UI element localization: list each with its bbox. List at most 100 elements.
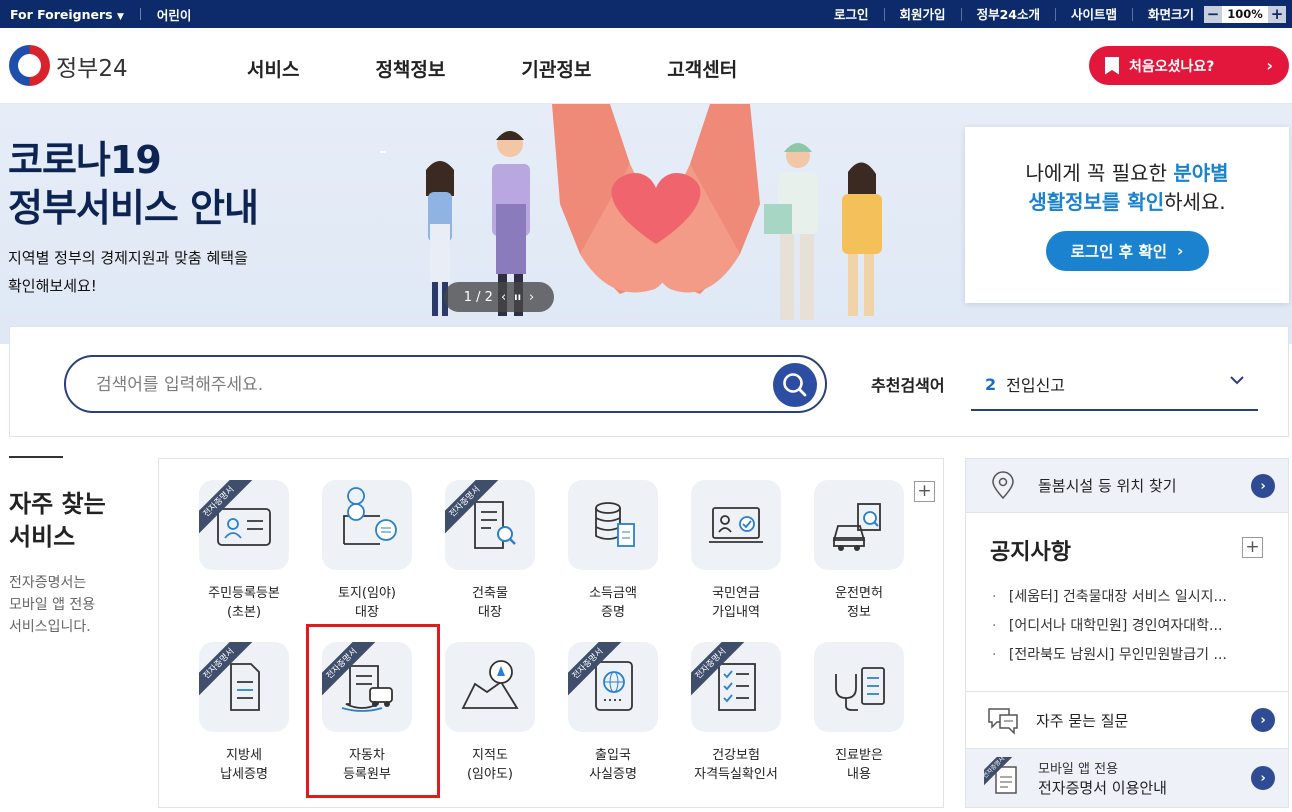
service-tile-land-register[interactable]: 토지(임야) 대장 (312, 480, 422, 622)
top-utility-bar: For Foreigners ▼ 어린이 로그인 회원가입 정부24소개 사이트… (0, 0, 1292, 28)
tile-label-line1: 출입국 (595, 748, 631, 763)
login-check-button[interactable]: 로그인 후 확인 › (1045, 231, 1209, 271)
tile-label-line1: 지방세 (226, 748, 262, 763)
card-line2-highlight: 생활정보를 확인 (1028, 190, 1165, 214)
nav-agency-info[interactable]: 기관정보 (521, 55, 591, 82)
nav-services[interactable]: 서비스 (247, 55, 299, 82)
about-link[interactable]: 정부24소개 (962, 7, 1056, 21)
service-tile-health-insurance[interactable]: 전자증명서 건강보험 자격득실확인서 (681, 642, 791, 784)
kids-link[interactable]: 어린이 (157, 5, 192, 24)
service-icon-box (691, 480, 781, 570)
tile-label-line2: 가입내역 (712, 605, 760, 620)
nav-customer-center[interactable]: 고객센터 (667, 55, 737, 82)
faq-link[interactable]: 자주 묻는 질문 › (966, 691, 1288, 748)
tile-label-line1: 지적도 (472, 748, 508, 763)
service-icon-box (445, 642, 535, 732)
recommended-search-select[interactable]: 2 전입신고 (971, 359, 1258, 411)
service-tile-pension-history[interactable]: 국민연금 가입내역 (681, 480, 791, 622)
id-card-icon (217, 508, 271, 546)
tile-label-line1: 주민등록등본 (208, 586, 280, 601)
frequent-services-title: 자주 찾는 서비스 (9, 488, 106, 554)
chevron-right-icon: › (1266, 56, 1273, 75)
notice-item[interactable]: [어디서나 대학민원] 경인여자대학... (992, 612, 1272, 641)
tax-doc-icon (230, 663, 260, 711)
hero-banner[interactable]: 코로나19 정부서비스 안내 지역별 정부의 경제지원과 맞춤 혜택을 확인해보… (0, 104, 1292, 344)
caret-down-icon: ▼ (116, 11, 124, 22)
zoom-out-button[interactable]: − (1204, 5, 1222, 23)
service-icon-box: 전자증명서 (199, 480, 289, 570)
gov24-logo[interactable]: 정부24 (9, 45, 128, 86)
nav-policy-info[interactable]: 정책정보 (375, 55, 445, 82)
prev-slide-button[interactable]: ‹ (501, 290, 506, 305)
stethoscope-icon (835, 667, 885, 711)
zoom-control: − 100% + (1204, 5, 1286, 23)
page: For Foreigners ▼ 어린이 로그인 회원가입 정부24소개 사이트… (0, 0, 1292, 812)
taegeuk-logo-icon (9, 45, 50, 86)
signup-link[interactable]: 회원가입 (885, 7, 962, 21)
login-link[interactable]: 로그인 (819, 7, 885, 21)
service-icon-box: 전자증명서 (691, 642, 781, 732)
notice-more-button[interactable]: + (1242, 537, 1263, 558)
land-map-icon (343, 487, 397, 545)
service-tile-medical-records[interactable]: 진료받은 내용 (804, 642, 914, 784)
search-input[interactable] (96, 371, 756, 399)
frequent-title-line1: 자주 찾는 (9, 490, 106, 518)
tile-label-line1: 토지(임야) (338, 586, 396, 601)
banner-title-line2: 정부서비스 안내 (8, 186, 259, 230)
pause-slide-button[interactable]: ıı (514, 292, 521, 303)
tile-label-line2: 납세증명 (220, 767, 268, 782)
notice-title: 공지사항 (990, 540, 1071, 565)
banner-sub-line2: 확인해보세요! (8, 277, 97, 295)
global-nav: 서비스 정책정보 기관정보 고객센터 (247, 55, 813, 82)
top-left-links: For Foreigners ▼ 어린이 (10, 0, 191, 28)
tile-label-line1: 진료받은 (835, 748, 883, 763)
zoom-in-button[interactable]: + (1268, 5, 1286, 23)
top-right-links: 로그인 회원가입 정부24소개 사이트맵 화면크기 − 100% + (819, 0, 1286, 28)
tile-label-line2: 자격득실확인서 (694, 767, 778, 782)
frequent-title-line2: 서비스 (9, 523, 76, 551)
first-visit-button[interactable]: 처음오셨나요? › (1089, 46, 1289, 85)
red-highlight-box (306, 624, 440, 798)
service-tile-building-register[interactable]: 전자증명서 건축물 대장 (435, 480, 545, 622)
notice-item[interactable]: [세움터] 건축물대장 서비스 일시지... (992, 583, 1272, 612)
banner-title: 코로나19 정부서비스 안내 (8, 136, 259, 232)
service-tile-driver-license[interactable]: 운전면허 정보 (804, 480, 914, 622)
care-facility-link[interactable]: 돌봄시설 등 위치 찾기 › (966, 459, 1288, 513)
arrow-right-icon: › (1251, 474, 1275, 498)
logo-text: 정부24 (56, 55, 128, 82)
for-foreigners-link[interactable]: For Foreigners ▼ (10, 7, 124, 22)
building-doc-icon (474, 501, 516, 549)
tile-label-line2: 사실증명 (589, 767, 637, 782)
tile-label-line2: 정보 (847, 605, 871, 620)
recommended-keyword[interactable]: 전입신고 (1006, 372, 1065, 396)
compass-map-icon (461, 660, 519, 709)
banner-sub-line1: 지역별 정부의 경제지원과 맞춤 혜택을 (8, 249, 248, 267)
services-more-button[interactable]: + (914, 481, 935, 502)
tile-label-line2: 증명 (601, 605, 625, 620)
search-section: 추천검색어 2 전입신고 (9, 326, 1289, 437)
sitemap-link[interactable]: 사이트맵 (1056, 7, 1133, 21)
next-slide-button[interactable]: › (529, 290, 534, 305)
desc-line2: 모바일 앱 전용 (9, 597, 96, 613)
arrow-right-icon: › (1251, 766, 1275, 790)
search-icon (783, 373, 807, 397)
card-line2: 생활정보를 확인하세요. (965, 186, 1289, 215)
service-tile-immigration[interactable]: 전자증명서 출입국 사실증명 (558, 642, 668, 784)
service-tile-resident-registration[interactable]: 전자증명서 주민등록등본 (초본) (189, 480, 299, 622)
mobile-cert-line2: 전자증명서 이용안내 (1038, 779, 1167, 797)
service-icon-box: 전자증명서 (445, 480, 535, 570)
service-tile-income-certificate[interactable]: 소득금액 증명 (558, 480, 668, 622)
service-tile-cadastral-map[interactable]: 지적도 (임야도) (435, 642, 545, 784)
notice-list: [세움터] 건축물대장 서비스 일시지... [어디서나 대학민원] 경인여자대… (992, 583, 1272, 670)
notice-item[interactable]: [전라북도 남원시] 무인민원발급기 ... (992, 641, 1272, 670)
search-button[interactable] (773, 363, 817, 407)
service-tile-local-tax[interactable]: 전자증명서 지방세납세증명 (189, 642, 299, 784)
mobile-e-certificate-link[interactable]: 전자증명서 모바일 앱 전용 전자증명서 이용안내 › (966, 748, 1288, 807)
mobile-cert-line1: 모바일 앱 전용 (1038, 762, 1119, 777)
chevron-right-icon: › (1176, 242, 1184, 260)
service-icon-box: 전자증명서 (199, 642, 289, 732)
card-line1-text: 나에게 꼭 필요한 (1025, 161, 1174, 185)
pension-monitor-icon (709, 507, 763, 543)
faq-label: 자주 묻는 질문 (1036, 711, 1129, 730)
frequent-services-desc: 전자증명서는 모바일 앱 전용 서비스입니다. (9, 572, 95, 638)
